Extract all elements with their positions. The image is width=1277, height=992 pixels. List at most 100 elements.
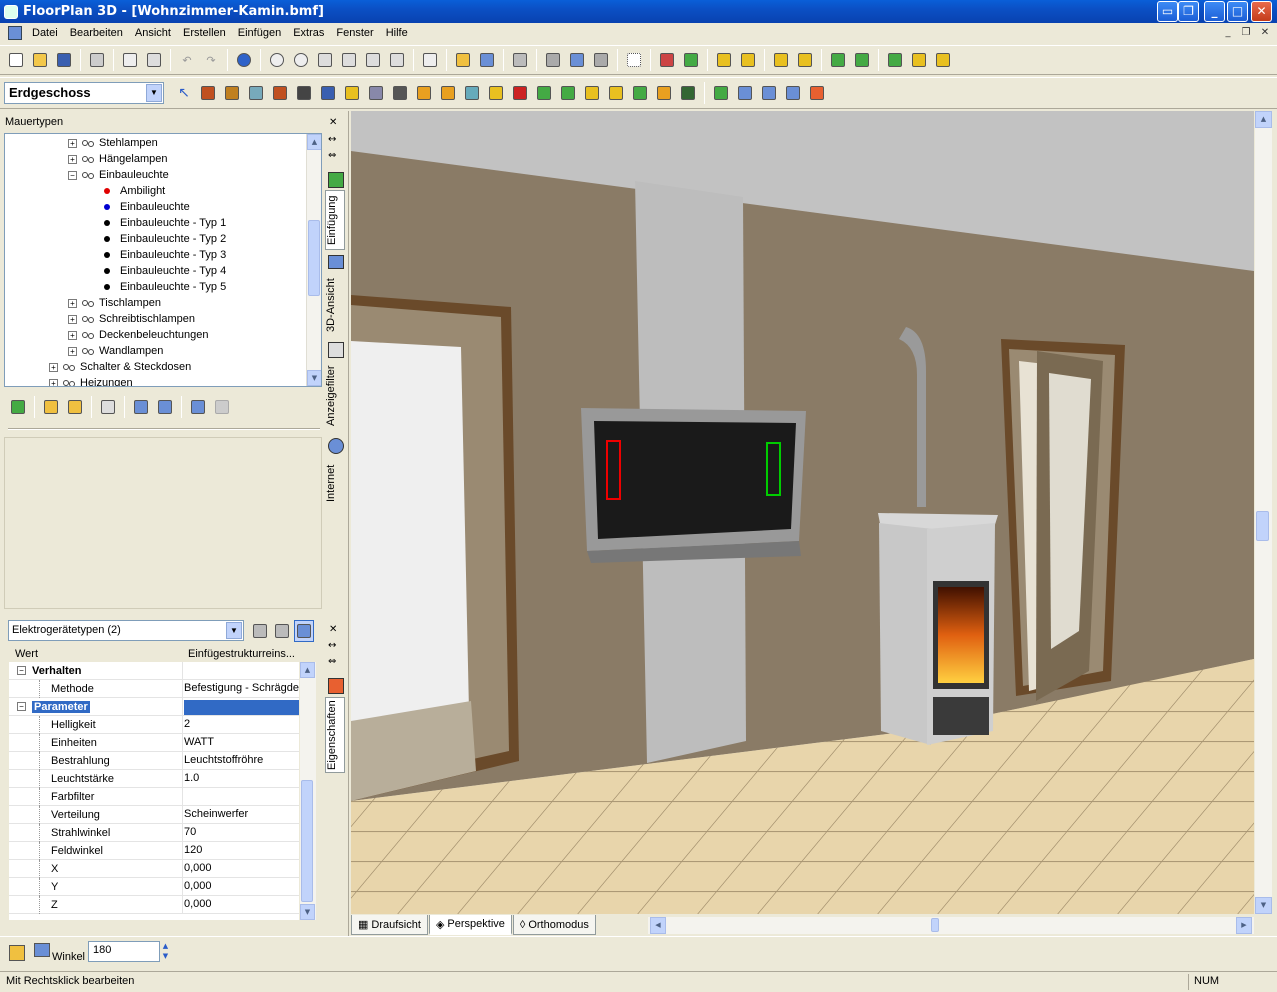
align-right-icon[interactable] <box>737 49 759 71</box>
fence-icon[interactable] <box>629 82 651 104</box>
tree-node[interactable]: Einbauleuchte - Typ 4 <box>100 263 226 279</box>
scroll-right-icon[interactable]: ▶ <box>1236 917 1252 934</box>
box-icon[interactable] <box>413 82 435 104</box>
sort-disabled-icon[interactable] <box>211 396 233 418</box>
help-icon[interactable] <box>233 49 255 71</box>
center-v-icon[interactable] <box>932 49 954 71</box>
pipe-icon[interactable] <box>533 82 555 104</box>
property-row[interactable]: X 0,000 <box>9 860 299 878</box>
property-category[interactable]: − Parameter <box>9 698 299 716</box>
object-icon[interactable] <box>9 945 25 961</box>
restore-icon[interactable]: ❐ <box>1178 1 1199 22</box>
zoom-prev-icon[interactable] <box>362 49 384 71</box>
select-pointer-icon[interactable]: ↖ <box>173 82 195 104</box>
room-icon[interactable] <box>365 82 387 104</box>
tree-node[interactable]: Einbauleuchte - Typ 3 <box>100 247 226 263</box>
maximize-button[interactable]: □ <box>1227 1 1248 22</box>
property-value[interactable]: 0,000 <box>184 898 299 910</box>
stairs-icon[interactable] <box>293 82 315 104</box>
pin-icon[interactable]: ⇔ <box>328 656 336 667</box>
fireplace-icon[interactable] <box>509 82 531 104</box>
property-row[interactable]: Verteilung Scheinwerfer <box>9 806 299 824</box>
property-grid[interactable]: − Verhalten Methode Befestigung - Schrägdec… <box>9 662 299 920</box>
angle-spinner[interactable]: ▲ ▼ <box>160 941 171 962</box>
door-icon[interactable] <box>221 82 243 104</box>
align-top-icon[interactable] <box>770 49 792 71</box>
terrain-icon[interactable] <box>485 82 507 104</box>
viewport-vscrollbar[interactable]: ▲ ▼ <box>1255 111 1272 914</box>
railing-icon[interactable] <box>317 82 339 104</box>
extra-icon[interactable]: ▭ <box>1157 1 1178 22</box>
angle-input[interactable]: 180 <box>88 941 160 962</box>
distribute-v-icon[interactable] <box>827 49 849 71</box>
zoom-all-icon[interactable] <box>338 49 360 71</box>
tree-expand-icon[interactable] <box>130 396 152 418</box>
property-value[interactable] <box>184 700 299 715</box>
3d-viewport[interactable] <box>351 111 1254 914</box>
scroll-thumb[interactable] <box>1256 511 1269 541</box>
expand-icon[interactable]: + <box>68 138 77 148</box>
props-tool1-icon[interactable] <box>250 620 270 642</box>
resize-icon[interactable]: ↔ <box>328 134 336 145</box>
property-value[interactable]: 70 <box>184 826 299 838</box>
insert-tool-icon[interactable] <box>7 396 29 418</box>
tab-anzeigefilter[interactable]: Anzeigefilter <box>325 360 345 432</box>
property-value[interactable]: 2 <box>184 718 299 730</box>
menu-datei[interactable]: Datei <box>26 27 64 39</box>
tree-node[interactable]: Einbauleuchte <box>100 199 190 215</box>
zoom-in-icon[interactable] <box>266 49 288 71</box>
property-row[interactable]: Helligkeit 2 <box>9 716 299 734</box>
scroll-thumb[interactable] <box>308 220 320 296</box>
zoom-fit-icon[interactable] <box>386 49 408 71</box>
type-select[interactable]: Elektrogerätetypen (2) ▼ <box>8 620 244 641</box>
scroll-up-icon[interactable]: ▲ <box>300 662 315 678</box>
furniture-icon[interactable] <box>34 943 50 957</box>
tree-node[interactable]: + Schalter & Steckdosen <box>49 359 191 375</box>
copy-icon[interactable] <box>119 49 141 71</box>
viewport-hscrollbar[interactable]: ◀ ▶ <box>648 917 1254 934</box>
tree-scrollbar[interactable]: ▲ ▼ <box>306 134 321 386</box>
menu-hilfe[interactable]: Hilfe <box>380 27 414 39</box>
web-icon[interactable] <box>782 82 804 104</box>
zoom-out-icon[interactable] <box>290 49 312 71</box>
mdi-minimize-icon[interactable]: _ <box>1220 25 1236 40</box>
property-row[interactable]: Y 0,000 <box>9 878 299 896</box>
menu-extras[interactable]: Extras <box>287 27 330 39</box>
menu-erstellen[interactable]: Erstellen <box>177 27 232 39</box>
expand-icon[interactable]: + <box>49 378 58 386</box>
duplicate-icon[interactable] <box>97 396 119 418</box>
undo-icon[interactable]: ↶ <box>176 49 198 71</box>
property-row[interactable]: Strahlwinkel 70 <box>9 824 299 842</box>
pool-icon[interactable] <box>461 82 483 104</box>
props-tool2-icon[interactable] <box>272 620 292 642</box>
tree-node[interactable]: + Tischlampen <box>68 295 161 311</box>
layer-icon[interactable] <box>605 82 627 104</box>
save-icon[interactable] <box>53 49 75 71</box>
tree-node[interactable]: + Deckenbeleuchtungen <box>68 327 208 343</box>
expand-icon[interactable]: + <box>68 346 77 356</box>
tree-node[interactable]: + Schreibtischlampen <box>68 311 195 327</box>
menu-einfuegen[interactable]: Einfügen <box>232 27 287 39</box>
rotate-icon[interactable] <box>680 49 702 71</box>
expand-icon[interactable]: + <box>68 330 77 340</box>
property-row[interactable]: Leuchtstärke 1.0 <box>9 770 299 788</box>
window-icon[interactable] <box>245 82 267 104</box>
insert-mode-icon[interactable] <box>710 82 732 104</box>
add-folder-icon[interactable] <box>64 396 86 418</box>
tree-collapse-icon[interactable] <box>154 396 176 418</box>
document-icon[interactable] <box>8 26 22 40</box>
tree-node[interactable]: + Stehlampen <box>68 135 158 151</box>
property-value[interactable]: Befestigung - Schrägdec <box>184 682 299 694</box>
tab-internet[interactable]: Internet <box>325 458 345 508</box>
property-row[interactable]: Einheiten WATT <box>9 734 299 752</box>
open-icon[interactable] <box>29 49 51 71</box>
close-icon[interactable]: ✕ <box>329 117 337 128</box>
tab-eigenschaften[interactable]: Eigenschaften <box>325 697 345 773</box>
scroll-thumb[interactable] <box>931 918 939 932</box>
scroll-thumb[interactable] <box>301 780 313 902</box>
mdi-restore-icon[interactable]: ❐ <box>1238 25 1254 40</box>
center-h-icon[interactable] <box>908 49 930 71</box>
pin-icon[interactable]: ⇔ <box>328 150 336 161</box>
wall-icon[interactable] <box>197 82 219 104</box>
center-icon[interactable] <box>884 49 906 71</box>
